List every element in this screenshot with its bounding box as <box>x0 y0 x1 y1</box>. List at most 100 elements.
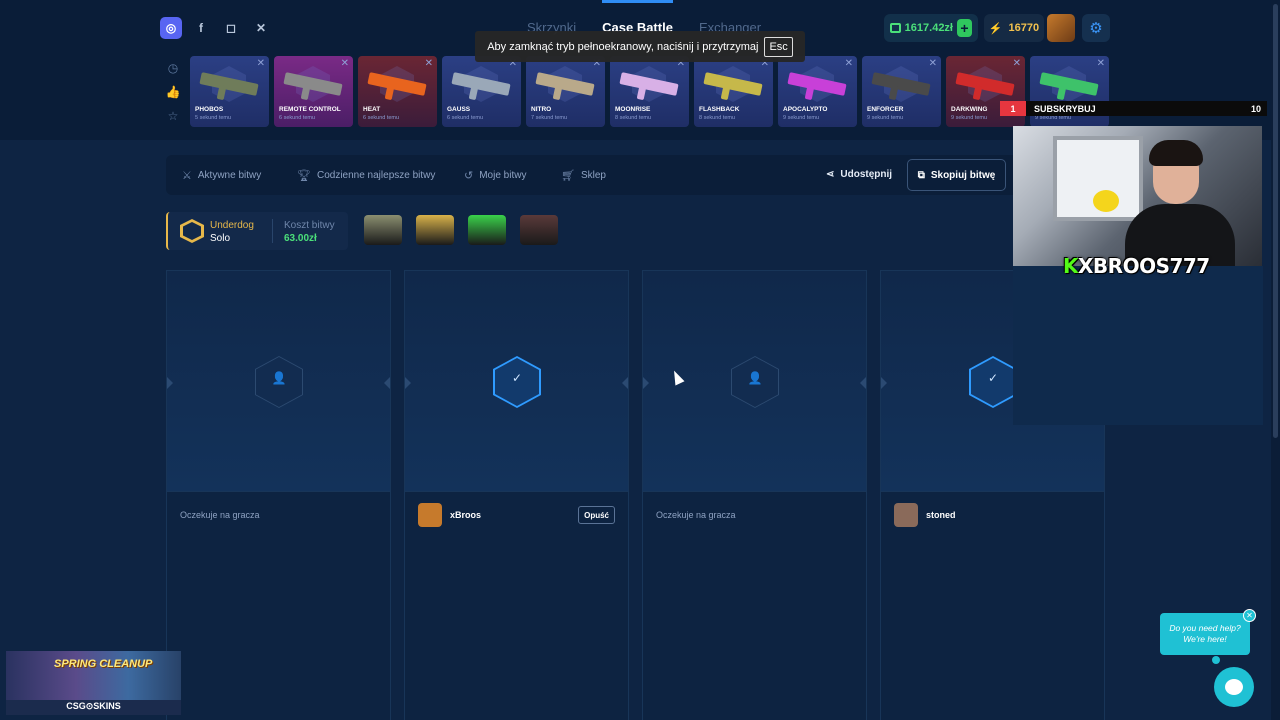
tab-daily-best[interactable]: 🏆︎ Codzienne najlepsze bitwy <box>297 169 435 182</box>
arrow-left-icon <box>405 377 411 389</box>
stream-overlay-panel <box>1013 266 1263 425</box>
drop-time: 7 sekund temu <box>531 115 568 121</box>
player-avatar <box>418 503 442 527</box>
drop-name: DARKWING <box>951 106 988 113</box>
clock-icon[interactable]: ◷ <box>166 61 180 75</box>
waiting-status: Oczekuje na gracza <box>180 510 260 520</box>
kick-logo: K <box>1063 254 1079 278</box>
case-icon[interactable] <box>416 215 454 245</box>
player-name: stoned <box>926 510 956 520</box>
trophy-icon: 🏆︎ <box>297 170 311 182</box>
slot-items-area <box>881 538 1104 720</box>
points-value: 16770 <box>1008 22 1040 34</box>
discord-icon[interactable]: ◎ <box>160 17 182 39</box>
live-drop-item[interactable]: ✕ PHOBOS 5 sekund temu <box>190 56 269 127</box>
swords-icon: ✕ <box>340 58 349 69</box>
live-drop-item[interactable]: ✕ NITRO 7 sekund temu <box>526 56 605 127</box>
balance-value: 1617.42zł <box>904 22 953 34</box>
share-button[interactable]: ⋖ Udostępnij <box>826 169 892 180</box>
add-funds-button[interactable]: + <box>957 19 972 37</box>
wallet-icon <box>890 23 901 33</box>
scrollbar-thumb[interactable] <box>1273 4 1278 438</box>
x-twitter-icon[interactable]: ✕ <box>250 17 272 39</box>
live-drop-item[interactable]: ✕ DARKWING 9 sekund temu <box>946 56 1025 127</box>
instagram-icon[interactable]: ◻ <box>220 17 242 39</box>
balance-widget[interactable]: 1617.42zł + <box>884 14 978 42</box>
underdog-badge-icon <box>180 219 204 243</box>
user-avatar[interactable] <box>1047 14 1075 42</box>
slot-glyph: 👤 <box>747 371 763 385</box>
drop-time: 5 sekund temu <box>195 115 232 121</box>
case-icon[interactable] <box>364 215 402 245</box>
chat-bubble-icon <box>1225 679 1243 695</box>
help-indicator <box>1212 656 1220 664</box>
swords-icon: ✕ <box>256 58 265 69</box>
slot-items-area <box>405 538 628 720</box>
facebook-icon[interactable]: f <box>190 17 212 39</box>
promo-banner[interactable]: SPRING CLEANUP CSG⊙SKINS <box>6 651 181 715</box>
leave-button[interactable]: Opuść <box>578 506 615 524</box>
live-drop-item[interactable]: ✕ REMOTE CONTROL 6 sekund temu <box>274 56 353 127</box>
subscribe-goal-bar: 1 SUBSKRYBUJ 10 <box>1000 101 1267 116</box>
slot-glyph: ✓ <box>511 371 523 385</box>
tab-my-battles[interactable]: ↺ Moje bitwy <box>464 169 526 182</box>
tab-label: Codzienne najlepsze bitwy <box>316 170 436 181</box>
drop-time: 9 sekund temu <box>951 115 988 121</box>
swords-icon: ✕ <box>1012 58 1021 69</box>
help-bubble[interactable]: Do you need help? We're here! <box>1160 613 1250 655</box>
copy-battle-button[interactable]: ⧉ Skopiuj bitwę <box>907 159 1006 191</box>
share-icon: ⋖ <box>826 169 835 180</box>
streamer-name: XBROOS777 <box>1078 254 1210 278</box>
star-icon[interactable]: ☆ <box>166 109 180 123</box>
arrow-left-icon <box>167 377 173 389</box>
bolt-icon: ⚡ <box>988 22 1003 35</box>
swords-icon: ✕ <box>844 58 853 69</box>
case-icon[interactable] <box>520 215 558 245</box>
thumbs-up-icon[interactable]: 👍 <box>166 85 181 99</box>
webcam-overlay <box>1013 126 1262 266</box>
drop-name: ENFORCER <box>867 106 904 113</box>
player-avatar <box>894 503 918 527</box>
slot-items-area <box>643 538 866 720</box>
close-icon[interactable]: ✕ <box>1243 609 1256 622</box>
help-line-1: Do you need help? <box>1169 623 1241 633</box>
promo-brand: CSG⊙SKINS <box>66 701 121 711</box>
settings-gear-icon[interactable]: ⚙ <box>1082 14 1110 42</box>
esc-key-hint: Esc <box>764 36 793 57</box>
live-drop-item[interactable]: ✕ ENFORCER 9 sekund temu <box>862 56 941 127</box>
sub-goal-count: 10 <box>1250 103 1261 114</box>
case-icon[interactable] <box>468 215 506 245</box>
social-links: ◎ f ◻ ✕ <box>160 17 272 39</box>
player-slot: 👤 Oczekuje na gracza <box>166 270 391 720</box>
live-drop-item[interactable]: ✕DRAGON TECH9 sekund temu <box>1030 56 1109 127</box>
cart-icon: 🛒︎ <box>561 170 575 182</box>
arrow-left-icon <box>643 377 649 389</box>
tab-active-battles[interactable]: ⚔ Aktywne bitwy <box>182 169 261 182</box>
drop-name: PHOBOS <box>195 106 224 113</box>
copy-label: Skopiuj bitwę <box>930 169 996 181</box>
chat-button[interactable] <box>1214 667 1254 707</box>
tab-shop[interactable]: 🛒︎ Sklep <box>561 169 606 182</box>
arrow-right-icon <box>384 377 390 389</box>
live-drop-item[interactable]: ✕ MOONRISE 8 sekund temu <box>610 56 689 127</box>
live-drop-item[interactable]: ✕ FLASHBACK 8 sekund temu <box>694 56 773 127</box>
drop-name: APOCALYPTO <box>783 106 828 113</box>
drop-name: MOONRISE <box>615 106 651 113</box>
share-label: Udostępnij <box>840 169 893 180</box>
cost-label: Koszt bitwy <box>284 220 335 231</box>
points-widget[interactable]: ⚡ 16770 <box>984 14 1044 42</box>
slot-items-area <box>167 538 390 720</box>
slot-glyph: ✓ <box>987 371 999 385</box>
tab-label: Moje bitwy <box>479 170 527 181</box>
live-drop-item[interactable]: ✕ APOCALYPTO 9 sekund temu <box>778 56 857 127</box>
drop-name: GAUSS <box>447 106 471 113</box>
live-drop-feed: ✕ PHOBOS 5 sekund temu ✕ REMOTE CONTROL 6 sek… <box>190 56 1109 127</box>
live-drop-item[interactable]: ✕ HEAT 6 sekund temu <box>358 56 437 127</box>
divider <box>272 219 273 243</box>
drop-time: 9 sekund temu <box>867 115 904 121</box>
tab-label: Aktywne bitwy <box>197 170 262 181</box>
arrow-left-icon <box>881 377 887 389</box>
drop-name: HEAT <box>363 106 381 113</box>
page-scrollbar[interactable] <box>1271 0 1280 720</box>
live-drop-item[interactable]: ✕ GAUSS 6 sekund temu <box>442 56 521 127</box>
